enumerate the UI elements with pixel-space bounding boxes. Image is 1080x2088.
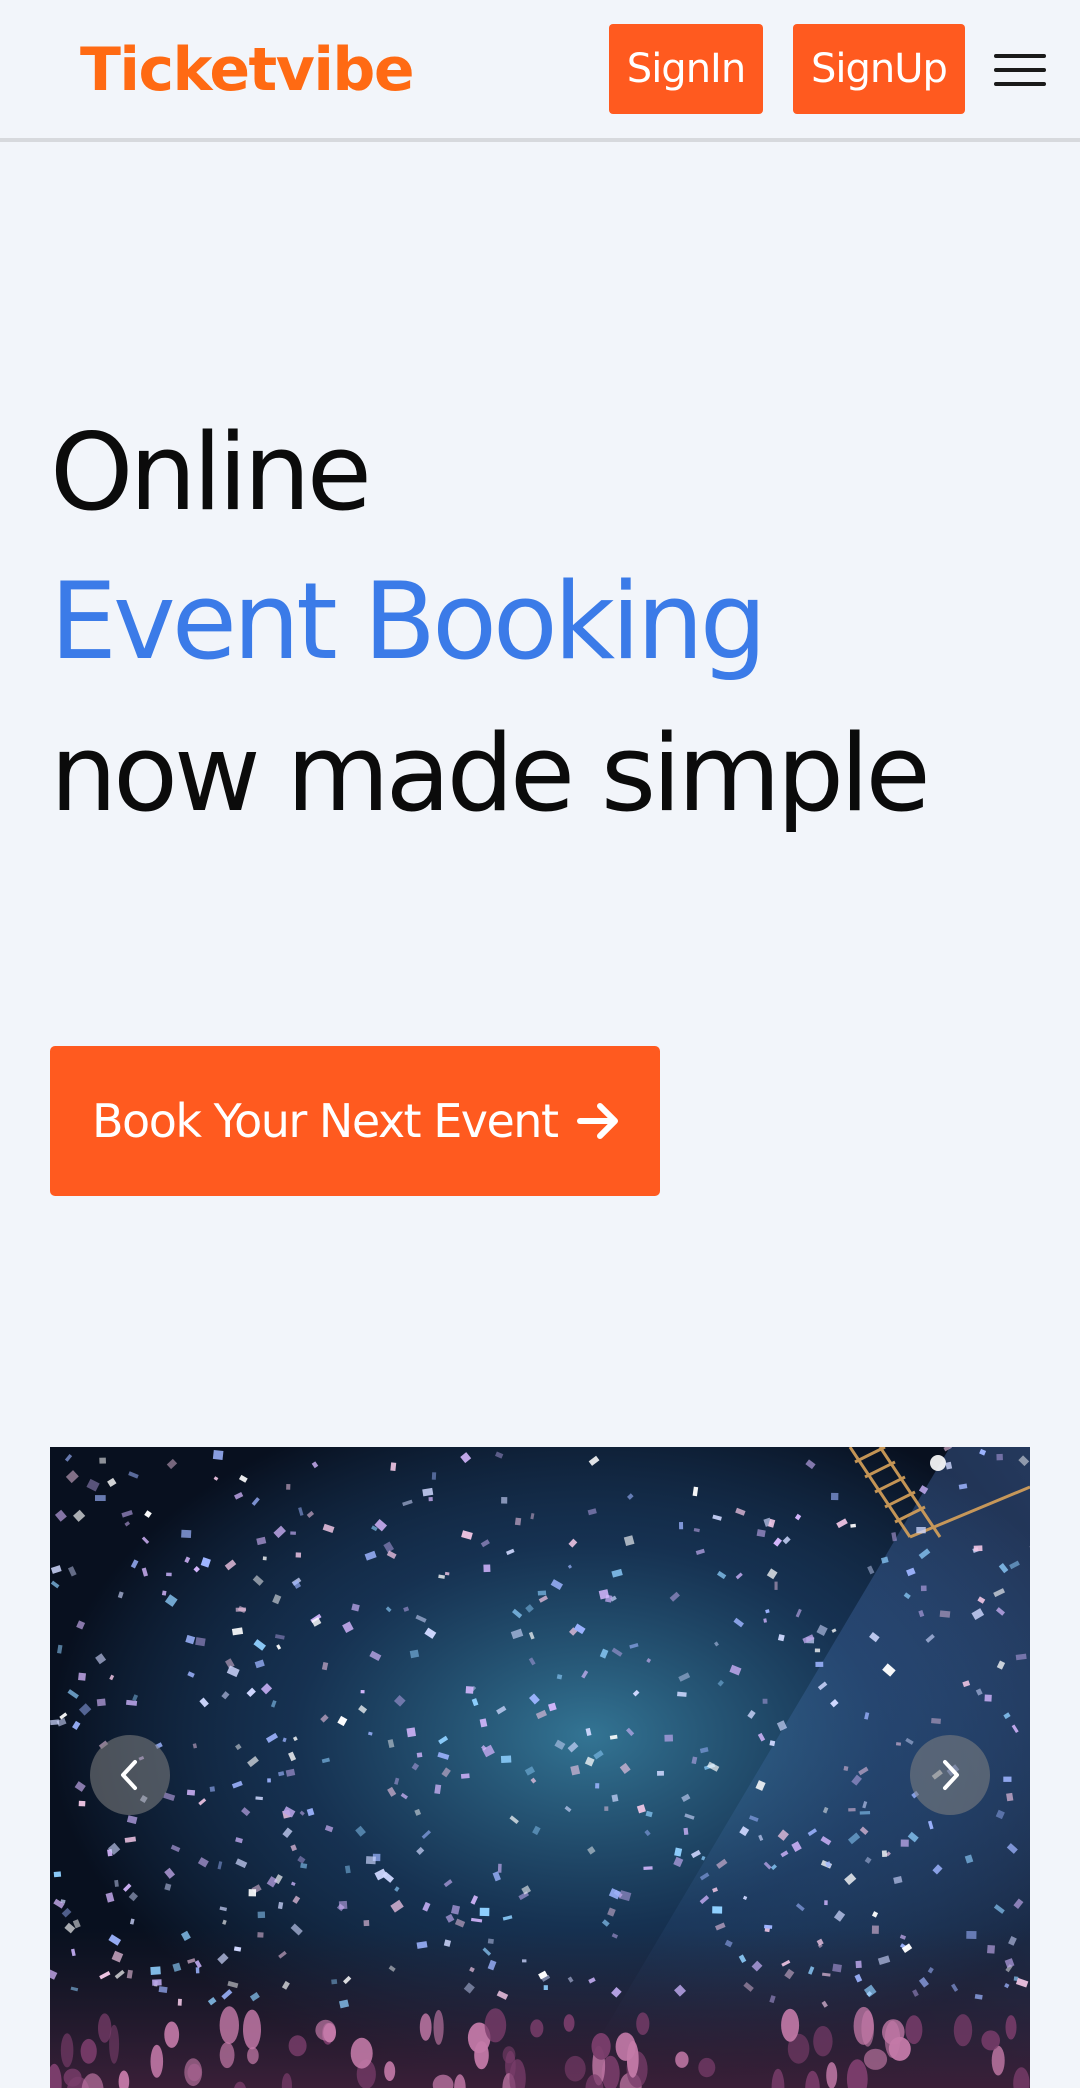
event-carousel[interactable] xyxy=(50,1447,1030,2088)
signup-button[interactable]: SignUp xyxy=(793,24,965,114)
hero-heading-line1: Online xyxy=(50,411,372,534)
signin-button[interactable]: SignIn xyxy=(609,24,763,114)
brand-logo[interactable]: Ticketvibe xyxy=(80,30,415,110)
chevron-left-icon xyxy=(121,1760,137,1790)
hero-heading-highlight: Event Booking xyxy=(50,560,767,683)
chevron-right-icon xyxy=(943,1760,959,1790)
hero-heading-line3: now made simple xyxy=(50,712,931,835)
cta-label: Book Your Next Event xyxy=(92,1094,559,1148)
carousel-prev-button[interactable] xyxy=(90,1735,170,1815)
hamburger-menu-icon[interactable] xyxy=(994,50,1046,90)
arrow-right-icon xyxy=(577,1103,618,1139)
concert-confetti-image xyxy=(50,1447,1030,2088)
top-navbar: Ticketvibe SignIn SignUp xyxy=(0,0,1080,142)
carousel-next-button[interactable] xyxy=(910,1735,990,1815)
book-next-event-button[interactable]: Book Your Next Event xyxy=(50,1046,660,1196)
